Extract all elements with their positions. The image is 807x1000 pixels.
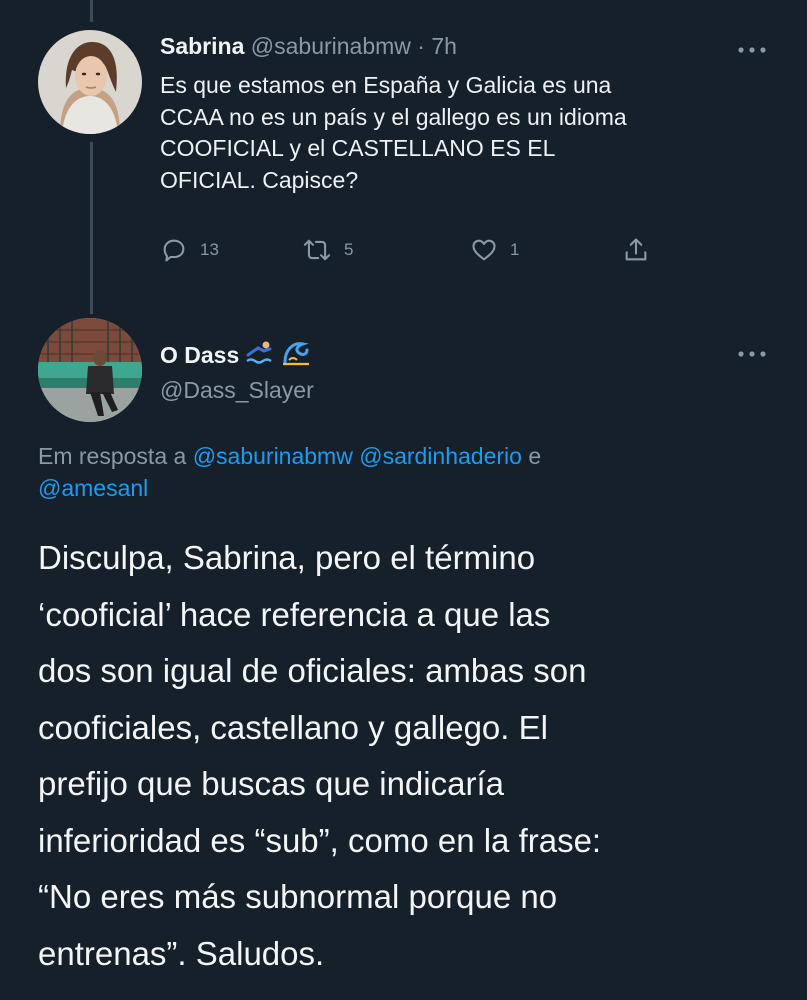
tweet-text-line: “No eres más subnormal porque no xyxy=(38,878,558,915)
thread-line-connector xyxy=(90,142,93,314)
tweet-text-line: dos son igual de oficiales: ambas son xyxy=(38,652,587,689)
mention-link[interactable]: @saburinabmw xyxy=(193,443,353,469)
more-icon[interactable] xyxy=(737,346,767,357)
author-name[interactable]: O Dass xyxy=(160,341,239,369)
reply-icon xyxy=(160,236,188,264)
thread-line-top xyxy=(90,0,93,22)
tweet-reply-text: Disculpa, Sabrina, pero el término ‘coof… xyxy=(38,530,778,982)
author-name[interactable]: Sabrina xyxy=(160,33,244,59)
tweet-text-line: CCAA no es un país y el gallego es un id… xyxy=(160,103,627,130)
tweet-text-line: OFICIAL. Capisce? xyxy=(160,166,359,193)
tweet-text-line: COOFICIAL y el CASTELLANO ES EL xyxy=(160,135,556,161)
like-icon xyxy=(470,236,498,264)
tweet-time[interactable]: 7h xyxy=(431,33,457,59)
reply-button[interactable]: 13 xyxy=(160,236,219,264)
replying-prefix: Em resposta a xyxy=(38,443,187,469)
tweet-text-line: Es que estamos en España y Galicia es un… xyxy=(160,72,612,98)
tweet-text-line: inferioridad es “sub”, como en la frase: xyxy=(38,821,602,859)
tweet-text-line: Disculpa, Sabrina, pero el término xyxy=(38,539,536,576)
retweet-icon xyxy=(302,236,332,264)
tweet-reply-header: O Dass xyxy=(160,338,311,372)
replying-conjunction: e xyxy=(528,443,542,469)
tweet-text-line: ‘cooficial’ hace referencia a que las xyxy=(38,595,551,633)
tweet-text-line: cooficiales, castellano y gallego. El xyxy=(38,708,548,746)
like-button[interactable]: 1 xyxy=(470,236,519,264)
swimmer-emoji-icon xyxy=(245,339,275,371)
separator-dot: · xyxy=(417,33,425,59)
tweet-parent-header: Sabrina @saburinabmw · 7h xyxy=(160,32,457,60)
retweet-count: 5 xyxy=(344,240,354,259)
tweet-text-line: prefijo que buscas que indicaría xyxy=(38,765,504,802)
share-icon xyxy=(622,236,650,264)
like-count: 1 xyxy=(510,240,520,259)
avatar-dass[interactable] xyxy=(38,318,142,422)
mention-link[interactable]: @sardinhaderio xyxy=(359,443,522,469)
replying-to: Em resposta a @saburinabmw @sardinhaderi… xyxy=(38,440,758,504)
author-handle[interactable]: @saburinabmw xyxy=(251,33,411,59)
tweet-parent-text: Es que estamos en España y Galicia es un… xyxy=(160,70,760,196)
retweet-button[interactable]: 5 xyxy=(302,236,353,264)
avatar-sabrina[interactable] xyxy=(38,30,142,134)
mention-link[interactable]: @amesanl xyxy=(38,475,148,501)
reply-count: 13 xyxy=(200,240,219,259)
author-handle[interactable]: @Dass_Slayer xyxy=(160,376,314,404)
share-button[interactable] xyxy=(622,236,650,264)
more-icon[interactable] xyxy=(737,42,767,53)
wave-emoji-icon xyxy=(281,338,311,372)
tweet-text-line: entrenas”. Saludos. xyxy=(38,934,325,972)
tweet-actions-bar: 13 5 1 xyxy=(160,236,680,268)
